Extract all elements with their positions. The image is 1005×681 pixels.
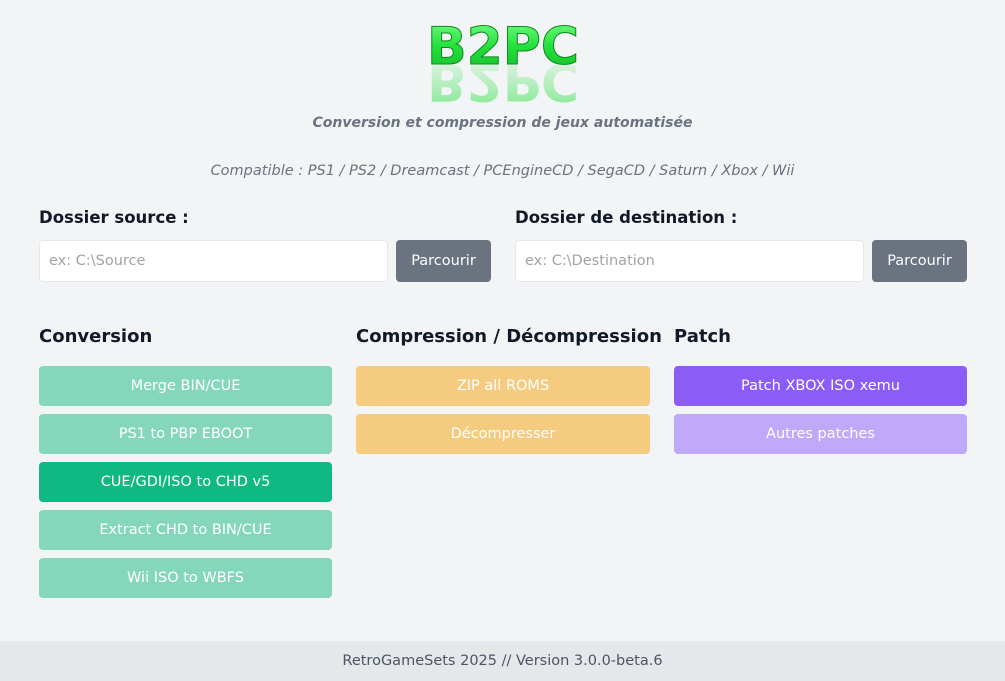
extract-chd-button[interactable]: Extract CHD to BIN/CUE — [39, 510, 332, 550]
destination-label: Dossier de destination : — [515, 208, 738, 227]
conversion-title: Conversion — [39, 326, 153, 347]
destination-browse-button[interactable]: Parcourir — [872, 240, 967, 282]
compatible-systems: Compatible : PS1 / PS2 / Dreamcast / PCE… — [210, 163, 795, 179]
logo-reflection: B2PC — [426, 51, 578, 103]
footer: RetroGameSets 2025 // Version 3.0.0-beta… — [0, 641, 1005, 681]
footer-version-text: RetroGameSets 2025 // Version 3.0.0-beta… — [342, 653, 663, 669]
compression-title: Compression / Décompression — [356, 326, 662, 347]
ps1-to-pbp-button[interactable]: PS1 to PBP EBOOT — [39, 414, 332, 454]
wii-iso-to-wbfs-button[interactable]: Wii ISO to WBFS — [39, 558, 332, 598]
source-browse-button[interactable]: Parcourir — [396, 240, 491, 282]
zip-all-roms-button[interactable]: ZIP all ROMS — [356, 366, 650, 406]
patch-xbox-iso-button[interactable]: Patch XBOX ISO xemu — [674, 366, 967, 406]
b2pc-logo-graphic: B2PC B2PC — [426, 17, 579, 104]
source-label: Dossier source : — [39, 208, 189, 227]
to-chd-button[interactable]: CUE/GDI/ISO to CHD v5 — [39, 462, 332, 502]
app-subtitle: Conversion et compression de jeux automa… — [312, 115, 693, 131]
merge-bin-cue-button[interactable]: Merge BIN/CUE — [39, 366, 332, 406]
source-input[interactable] — [39, 240, 388, 282]
app-logo: B2PC B2PC — [0, 8, 1005, 104]
decompress-button[interactable]: Décompresser — [356, 414, 650, 454]
other-patches-button[interactable]: Autres patches — [674, 414, 967, 454]
destination-input[interactable] — [515, 240, 864, 282]
patch-title: Patch — [674, 326, 731, 347]
